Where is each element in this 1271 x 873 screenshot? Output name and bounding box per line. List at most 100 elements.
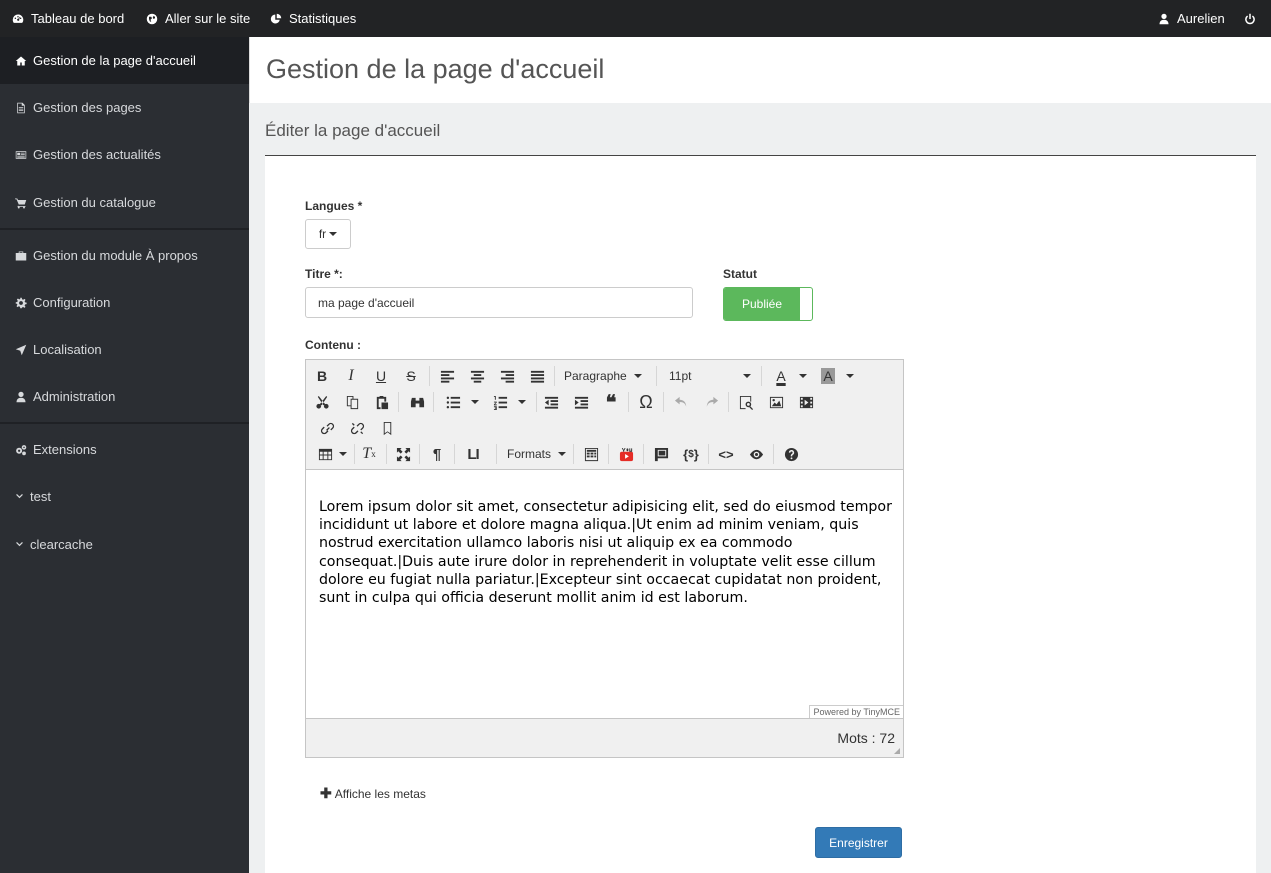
sidebar-item-administration[interactable]: Administration bbox=[0, 373, 249, 420]
font-size-dropdown[interactable]: 11pt bbox=[669, 365, 751, 387]
toolbar-separator bbox=[656, 366, 657, 386]
text-color-icon[interactable]: A bbox=[770, 365, 792, 387]
user-icon bbox=[16, 391, 26, 402]
main-content: Gestion de la page d'accueil Éditer la p… bbox=[249, 37, 1271, 873]
image-icon[interactable] bbox=[765, 391, 787, 413]
background-color-dropdown[interactable] bbox=[839, 365, 861, 387]
background-color-icon[interactable]: A bbox=[817, 365, 839, 387]
languages-label: Langues * bbox=[305, 199, 363, 213]
special-character-icon[interactable]: Ω bbox=[635, 391, 657, 413]
block-format-dropdown[interactable]: Paragraphe bbox=[564, 365, 642, 387]
align-left-icon[interactable] bbox=[436, 365, 458, 387]
chevron-down-icon bbox=[16, 493, 23, 499]
powered-by-tinymce: Powered by TinyMCE bbox=[809, 705, 903, 718]
sidebar-item-extensions[interactable]: Extensions bbox=[0, 426, 249, 473]
bold-icon[interactable]: B bbox=[311, 365, 333, 387]
user-menu[interactable]: Aurelien bbox=[1158, 0, 1225, 37]
globe-icon bbox=[146, 13, 158, 24]
source-code-icon[interactable]: <> bbox=[715, 443, 737, 465]
align-right-icon[interactable] bbox=[496, 365, 518, 387]
resize-handle-icon[interactable] bbox=[893, 747, 901, 755]
numbered-list-dropdown[interactable] bbox=[511, 391, 533, 413]
sidebar-item-localisation[interactable]: Localisation bbox=[0, 326, 249, 373]
outdent-icon[interactable] bbox=[540, 391, 562, 413]
caret-down-icon bbox=[339, 452, 347, 456]
dashboard-link[interactable]: Tableau de bord bbox=[12, 0, 124, 37]
bullet-list-icon[interactable] bbox=[442, 391, 464, 413]
sidebar-item-label: Gestion du module À propos bbox=[33, 248, 198, 263]
sidebar-item-catalog[interactable]: Gestion du catalogue bbox=[0, 179, 249, 226]
template-icon[interactable] bbox=[580, 443, 602, 465]
undo-icon[interactable] bbox=[670, 391, 692, 413]
cart-icon bbox=[15, 198, 27, 208]
sidebar-item-home-page[interactable]: Gestion de la page d'accueil bbox=[0, 37, 249, 84]
caret-down-icon bbox=[558, 452, 567, 456]
language-dropdown[interactable]: fr bbox=[305, 219, 351, 249]
cut-icon[interactable] bbox=[311, 391, 333, 413]
blockquote-icon[interactable]: ❝ bbox=[600, 391, 622, 414]
editor-content-area[interactable]: Lorem ipsum dolor sit amet, consectetur … bbox=[306, 469, 903, 719]
line-height-icon[interactable]: LI bbox=[462, 443, 484, 465]
copy-icon[interactable] bbox=[341, 391, 363, 413]
bookmark-icon[interactable] bbox=[376, 417, 398, 439]
show-blocks-pilcrow-icon[interactable]: ¶ bbox=[426, 443, 448, 465]
align-justify-icon[interactable] bbox=[526, 365, 548, 387]
sidebar-item-news[interactable]: Gestion des actualités bbox=[0, 131, 249, 178]
indent-icon[interactable] bbox=[570, 391, 592, 413]
formats-dropdown[interactable]: Formats bbox=[507, 443, 567, 465]
gears-icon bbox=[16, 444, 27, 455]
help-icon[interactable] bbox=[780, 443, 802, 465]
sidebar-item-about-module[interactable]: Gestion du module À propos bbox=[0, 232, 249, 279]
fullscreen-icon[interactable] bbox=[392, 443, 414, 465]
rich-text-editor: B I U S Paragraphe 11pt A A ❝ Ω T x ¶ LI… bbox=[305, 359, 904, 758]
sidebar-item-pages[interactable]: Gestion des pages bbox=[0, 84, 249, 131]
italic-icon[interactable]: I bbox=[340, 365, 362, 387]
sidebar: Gestion de la page d'accueil Gestion des… bbox=[0, 37, 249, 873]
pie-chart-icon bbox=[270, 13, 282, 23]
text-color-dropdown[interactable] bbox=[792, 365, 814, 387]
table-dropdown[interactable] bbox=[332, 443, 354, 465]
visit-site-link[interactable]: Aller sur le site bbox=[146, 0, 250, 37]
underline-icon[interactable]: U bbox=[370, 365, 392, 387]
sidebar-item-label: Configuration bbox=[33, 295, 111, 310]
paste-icon[interactable] bbox=[370, 391, 392, 413]
numbered-list-icon[interactable] bbox=[489, 391, 511, 413]
code-sample-icon[interactable]: {$} bbox=[680, 443, 702, 465]
sidebar-item-clearcache[interactable]: clearcache bbox=[0, 521, 249, 568]
file-icon bbox=[17, 102, 25, 113]
toolbar-separator bbox=[354, 444, 355, 464]
logout-button[interactable] bbox=[1244, 0, 1256, 37]
title-label: Titre *: bbox=[305, 267, 343, 281]
status-toggle[interactable]: Publiée bbox=[723, 287, 813, 321]
sidebar-item-label: test bbox=[30, 489, 51, 504]
find-replace-icon[interactable] bbox=[406, 391, 428, 413]
sidebar-item-test[interactable]: test bbox=[0, 473, 249, 520]
show-metas-label: Affiche les metas bbox=[334, 786, 426, 801]
redo-icon[interactable] bbox=[700, 391, 722, 413]
word-count: Mots : 72 bbox=[837, 730, 895, 746]
editor-toolbar-row: B I U S Paragraphe 11pt A A bbox=[306, 363, 903, 389]
show-metas-link[interactable]: ✚ Affiche les metas bbox=[320, 785, 426, 802]
strikethrough-icon[interactable]: S bbox=[400, 365, 422, 387]
bullet-list-dropdown[interactable] bbox=[464, 391, 486, 413]
save-button[interactable]: Enregistrer bbox=[815, 827, 902, 858]
toolbar-separator bbox=[761, 366, 762, 386]
preview-icon[interactable] bbox=[735, 391, 757, 413]
statistics-link[interactable]: Statistiques bbox=[270, 0, 356, 37]
clear-formatting-icon[interactable]: Tx bbox=[358, 443, 380, 465]
chevron-down-icon bbox=[16, 541, 23, 547]
sidebar-item-label: Extensions bbox=[33, 442, 97, 457]
link-icon[interactable] bbox=[316, 417, 338, 439]
unlink-icon[interactable] bbox=[346, 417, 368, 439]
media-icon[interactable] bbox=[795, 391, 817, 413]
youtube-icon[interactable] bbox=[615, 443, 637, 465]
editor-toolbar-row bbox=[306, 415, 903, 441]
align-center-icon[interactable] bbox=[466, 365, 488, 387]
toolbar-separator bbox=[433, 392, 434, 412]
sidebar-item-configuration[interactable]: Configuration bbox=[0, 279, 249, 326]
flag-icon[interactable] bbox=[650, 443, 672, 465]
eye-icon[interactable] bbox=[745, 443, 767, 465]
toolbar-separator bbox=[663, 392, 664, 412]
title-input[interactable] bbox=[305, 287, 693, 318]
toolbar-separator bbox=[554, 366, 555, 386]
